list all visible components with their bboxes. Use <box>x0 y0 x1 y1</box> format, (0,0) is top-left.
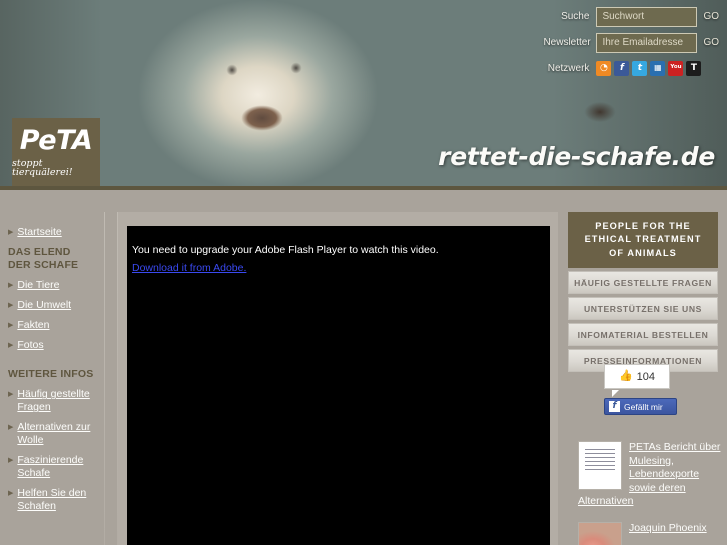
right-sidebar: PEOPLE FOR THE ETHICAL TREATMENT OF ANIM… <box>568 212 727 545</box>
search-input[interactable] <box>596 6 698 27</box>
photo-thumbnail-image <box>578 521 622 545</box>
header-forms: Suche GO Newsletter GO Netzwerk ◔ f t ▦ … <box>543 6 719 83</box>
network-row: Netzwerk ◔ f t ▦ You T <box>543 58 719 78</box>
sidebar-divider-left <box>104 212 105 545</box>
page-root: PeTA stoppt tierquälerei! rettet-die-sch… <box>0 0 727 545</box>
facebook-icon[interactable]: f <box>614 60 630 76</box>
sidebar-item-label: Startseite <box>17 226 62 238</box>
youtube-icon[interactable]: You <box>668 60 684 76</box>
peta-logo-tagline: stoppt tierquälerei! <box>12 157 73 178</box>
sidebar-item-faq[interactable]: ▶ Häufig gestellte Fragen <box>8 388 96 414</box>
promo-list: PETAs Bericht über Mulesing, Lebendexpor… <box>578 441 727 545</box>
chevron-right-icon: ▶ <box>8 424 14 432</box>
sidebar-item-label: Häufig gestellte Fragen <box>17 388 90 414</box>
right-button-infomaterial[interactable]: INFOMATERIAL BESTELLEN <box>568 323 718 347</box>
peta-logo-wordmark: PeTA <box>19 124 93 156</box>
right-button-faq[interactable]: HÄUFIG GESTELLTE FRAGEN <box>568 271 718 295</box>
main-content-panel: You need to upgrade your Adobe Flash Pla… <box>118 212 558 545</box>
site-header: PeTA stoppt tierquälerei! rettet-die-sch… <box>0 0 727 190</box>
facebook-like-widget: 👍 104 f Gefällt mir <box>604 364 677 415</box>
video-player[interactable]: You need to upgrade your Adobe Flash Pla… <box>127 226 550 545</box>
thumbs-up-icon: 👍 <box>618 370 633 382</box>
header-bottom-bar <box>0 186 727 190</box>
sidebar-item-label: Helfen Sie den Schafen <box>17 487 87 513</box>
studivz-icon[interactable]: ▦ <box>650 60 666 76</box>
chevron-right-icon: ▶ <box>8 342 14 350</box>
sidebar-heading-elend: DAS ELEND DER SCHAFE <box>8 246 79 272</box>
facebook-like-button-label: Gefällt mir <box>624 401 663 412</box>
sidebar-item-faszinierende-schafe[interactable]: ▶ Faszinierende Schafe <box>8 454 96 480</box>
newsletter-email-input[interactable] <box>596 32 698 53</box>
report-thumbnail-image <box>578 441 622 490</box>
facebook-like-count: 104 <box>636 370 656 383</box>
search-row: Suche GO <box>543 6 719 27</box>
sidebar-item-label: Alternativen zur Wolle <box>17 421 91 447</box>
flash-download-link[interactable]: Download it from Adobe. <box>132 262 246 274</box>
tumblr-icon[interactable]: T <box>686 60 702 76</box>
flash-upgrade-message: You need to upgrade your Adobe Flash Pla… <box>132 244 439 256</box>
sidebar-heading-weitere-infos: WEITERE INFOS <box>8 368 94 381</box>
newsletter-row: Newsletter GO <box>543 32 719 53</box>
peta-heading-banner: PEOPLE FOR THE ETHICAL TREATMENT OF ANIM… <box>568 212 718 269</box>
search-go-button[interactable]: GO <box>703 11 719 22</box>
right-button-unterstuetzen[interactable]: UNTERSTÜTZEN SIE UNS <box>568 297 718 321</box>
sidebar-item-helfen-sie[interactable]: ▶ Helfen Sie den Schafen <box>8 487 96 513</box>
peta-logo[interactable]: PeTA stoppt tierquälerei! <box>12 118 100 186</box>
sidebar-item-alternativen-wolle[interactable]: ▶ Alternativen zur Wolle <box>8 421 96 447</box>
promo-item-mulesing[interactable]: PETAs Bericht über Mulesing, Lebendexpor… <box>578 441 727 509</box>
facebook-like-count-bubble: 👍 104 <box>604 364 670 397</box>
facebook-icon: f <box>609 401 620 412</box>
sidebar-item-startseite[interactable]: ▶ Startseite <box>8 226 96 239</box>
chevron-right-icon: ▶ <box>8 229 14 236</box>
chevron-right-icon: ▶ <box>8 282 14 290</box>
left-sidebar: ▶ Startseite DAS ELEND DER SCHAFE ▶ Die … <box>0 212 104 520</box>
sidebar-item-label: Die Tiere <box>17 279 60 292</box>
chevron-right-icon: ▶ <box>8 457 14 465</box>
twitter-icon[interactable]: t <box>632 60 648 76</box>
sidebar-item-die-tiere[interactable]: ▶ Die Tiere <box>8 279 96 292</box>
chevron-right-icon: ▶ <box>8 391 14 399</box>
sidebar-item-label: Fotos <box>17 339 44 352</box>
chevron-right-icon: ▶ <box>8 322 14 330</box>
chevron-right-icon: ▶ <box>8 302 14 310</box>
rss-icon[interactable]: ◔ <box>596 60 612 76</box>
promo-item-joaquin-phoenix[interactable]: Joaquin Phoenix <box>578 521 727 545</box>
sidebar-item-label: Fakten <box>17 319 50 332</box>
sidebar-item-fakten[interactable]: ▶ Fakten <box>8 319 96 332</box>
newsletter-label: Newsletter <box>543 37 591 48</box>
site-url-text: rettet-die-schafe.de <box>438 142 715 171</box>
search-label: Suche <box>561 11 590 22</box>
sidebar-item-label: Faszinierende Schafe <box>17 454 84 480</box>
sidebar-item-label: Die Umwelt <box>17 299 72 312</box>
network-label: Netzwerk <box>547 62 590 74</box>
facebook-like-button[interactable]: f Gefällt mir <box>604 398 677 415</box>
social-icon-list: ◔ f t ▦ You T <box>596 60 702 76</box>
newsletter-go-button[interactable]: GO <box>703 37 719 48</box>
sidebar-item-die-umwelt[interactable]: ▶ Die Umwelt <box>8 299 96 312</box>
chevron-right-icon: ▶ <box>8 490 14 498</box>
sidebar-item-fotos[interactable]: ▶ Fotos <box>8 339 96 352</box>
